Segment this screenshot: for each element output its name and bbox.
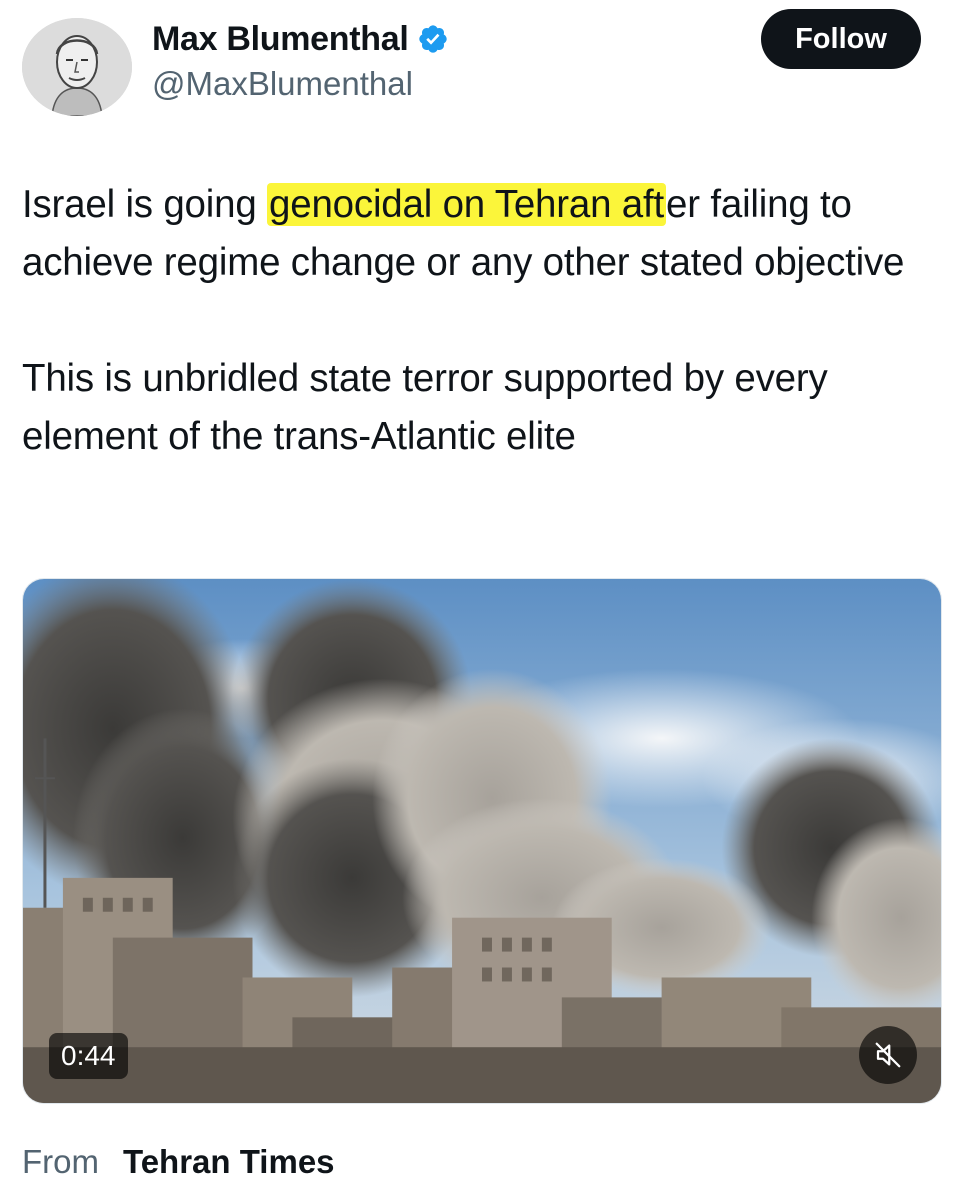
verified-badge-icon (418, 25, 447, 53)
author-handle[interactable]: @MaxBlumenthal (152, 64, 413, 104)
highlighted-text: genocidal on Tehran aft (267, 183, 667, 226)
avatar-sketch-portrait (22, 18, 132, 116)
author-avatar[interactable] (22, 18, 132, 116)
follow-button[interactable]: Follow (761, 9, 921, 69)
speaker-muted-icon (875, 1042, 901, 1068)
video-thumbnail (23, 579, 941, 1103)
source-name-link[interactable]: Tehran Times (123, 1143, 335, 1180)
video-duration-badge: 0:44 (49, 1033, 128, 1079)
author-display-name[interactable]: Max Blumenthal (152, 18, 409, 60)
source-prefix: From (22, 1143, 99, 1180)
tweet-paragraph-1: Israel is going genocidal on Tehran afte… (22, 176, 952, 292)
mute-toggle-button[interactable] (859, 1026, 917, 1084)
tweet-text: Israel is going genocidal on Tehran afte… (22, 176, 952, 466)
tweet-text-segment: Israel is going (22, 183, 268, 226)
source-attribution: From Tehran Times (22, 1142, 335, 1182)
video-player[interactable]: 0:44 (22, 578, 942, 1104)
author-name-row: Max Blumenthal (152, 18, 449, 60)
tweet-paragraph-2: This is unbridled state terror supported… (22, 357, 828, 458)
